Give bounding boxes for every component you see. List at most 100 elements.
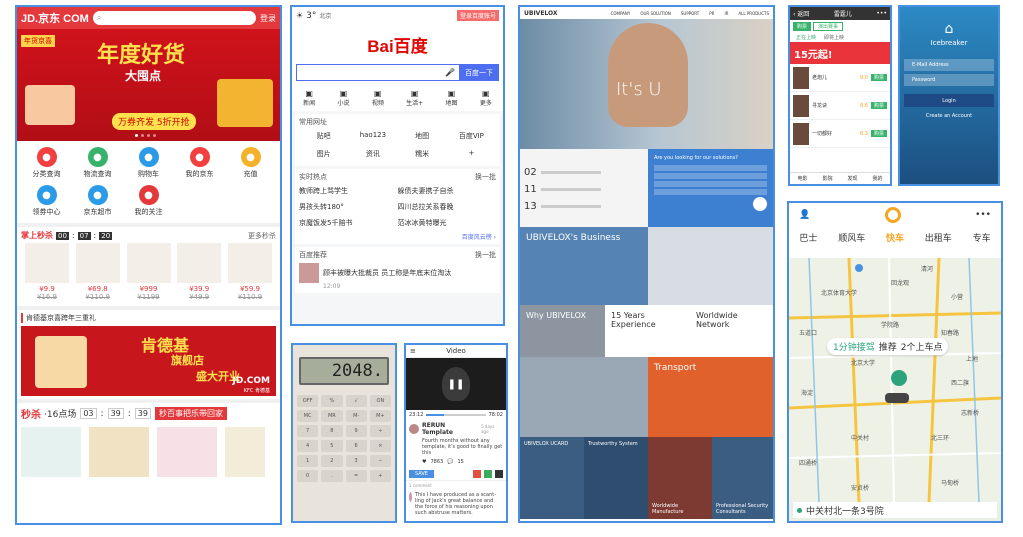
- filter-now-showing[interactable]: 正在上映: [796, 34, 816, 41]
- nav-item[interactable]: ▣ 生活+: [406, 89, 423, 107]
- create-account-link[interactable]: Create an Account: [900, 113, 998, 119]
- hot-topic-link[interactable]: 四川总拉关系春晚: [398, 202, 497, 212]
- jd-hero-banner[interactable]: 年货京喜 年度好货 大囤点 万券齐发 5折开抢: [17, 29, 280, 141]
- nav-link[interactable]: PR: [709, 11, 714, 16]
- like-button[interactable]: [473, 470, 481, 478]
- product-card[interactable]: ¥999 ¥1199: [126, 243, 171, 301]
- product-image[interactable]: [157, 427, 217, 477]
- nav-link[interactable]: OUR SOLUTION: [640, 11, 671, 16]
- trust-section[interactable]: Trustworthy System: [584, 437, 648, 519]
- hero-image[interactable]: It's U: [520, 19, 773, 149]
- tab-tickets[interactable]: 购票: [793, 22, 812, 31]
- solution-select[interactable]: [654, 165, 767, 171]
- bottom-tab[interactable]: 我的: [872, 175, 882, 182]
- nav-item[interactable]: ▣ 视频: [372, 89, 384, 107]
- service-tab[interactable]: 快车: [886, 231, 904, 244]
- quick-menu-item[interactable]: ● 我的关注: [123, 185, 174, 217]
- business-section[interactable]: UBIVELOX's Business: [520, 227, 648, 305]
- jd-search-input[interactable]: ⌕: [92, 11, 256, 25]
- bottom-tab[interactable]: 发现: [847, 175, 857, 182]
- nav-item[interactable]: ▣ 新闻: [303, 89, 315, 107]
- save-button[interactable]: SAVE: [409, 470, 434, 478]
- address-bar[interactable]: 中关村北一条3号院: [793, 502, 997, 518]
- calculator-key[interactable]: 7: [297, 425, 319, 437]
- buy-ticket-button[interactable]: 购票: [870, 74, 887, 81]
- nav-item[interactable]: ▣ 更多: [480, 89, 492, 107]
- video-player[interactable]: ❚❚: [406, 358, 506, 410]
- news-item[interactable]: 顾丰被曝大批裁员 员工称是年底末位淘汰: [299, 260, 496, 283]
- seckill-banner[interactable]: 秒百事把乐带回家: [154, 407, 227, 420]
- user-icon[interactable]: 👤: [799, 210, 810, 220]
- news-item[interactable]: 13: [524, 201, 644, 212]
- quick-menu-item[interactable]: ● 分类查询: [21, 147, 72, 179]
- microphone-icon[interactable]: 🎤: [445, 68, 455, 77]
- solution-select[interactable]: [654, 173, 767, 179]
- share-button[interactable]: [484, 470, 492, 478]
- bottom-tab[interactable]: 电影: [797, 175, 807, 182]
- login-button[interactable]: 登录百度账号: [456, 10, 499, 21]
- solution-select[interactable]: [654, 189, 767, 195]
- more-icon[interactable]: •••: [975, 210, 991, 220]
- calculator-key[interactable]: 9: [345, 425, 367, 437]
- comment-icon[interactable]: 💬: [447, 459, 453, 465]
- hot-topic-link[interactable]: 躲债夫妻携子自杀: [398, 186, 497, 196]
- hot-topic-link[interactable]: 京魔饭发5千赔书: [299, 218, 398, 228]
- more-icon[interactable]: •••: [876, 10, 887, 17]
- search-input[interactable]: 🎤: [296, 64, 459, 81]
- pickup-pin[interactable]: [891, 370, 907, 386]
- promo-banner[interactable]: 15元起!: [790, 42, 890, 64]
- common-site-link[interactable]: 图片: [299, 149, 348, 159]
- calculator-key[interactable]: 5: [321, 440, 343, 452]
- jd-logo[interactable]: JD.京东 COM: [21, 10, 89, 26]
- jd-login-link[interactable]: 登录: [260, 13, 276, 24]
- product-card[interactable]: ¥69.8 ¥110.9: [75, 243, 120, 301]
- common-site-link[interactable]: hao123: [348, 131, 397, 141]
- like-icon[interactable]: ♥: [422, 459, 426, 465]
- product-card[interactable]: ¥59.9 ¥110.9: [228, 243, 272, 301]
- movie-row[interactable]: 一切都好 8.3 购票: [790, 120, 890, 148]
- calculator-key[interactable]: M-: [345, 410, 367, 422]
- back-button[interactable]: ‹ 返回: [793, 9, 809, 18]
- hot-more-link[interactable]: 百度风云榜 ›: [299, 232, 496, 241]
- filter-coming-soon[interactable]: 即将上映: [824, 34, 844, 41]
- calculator-key[interactable]: ÷: [369, 425, 391, 437]
- ubivelox-logo[interactable]: UBIVELOX: [524, 10, 558, 17]
- calculator-key[interactable]: 3: [345, 455, 367, 467]
- service-tab[interactable]: 巴士: [799, 231, 817, 244]
- hot-topic-link[interactable]: 教师跨上骂学生: [299, 186, 398, 196]
- email-field[interactable]: E-Mail Address: [904, 59, 994, 71]
- refresh-button[interactable]: 换一批: [475, 172, 496, 182]
- common-site-link[interactable]: 百度VIP: [447, 131, 496, 141]
- calculator-key[interactable]: OFF: [297, 395, 319, 407]
- network-section[interactable]: Worldwide Network: [690, 305, 773, 357]
- nav-item[interactable]: ▣ 小说: [337, 89, 349, 107]
- calculator-key[interactable]: 4: [297, 440, 319, 452]
- hot-topic-link[interactable]: 范冰冰黄特曝光: [398, 218, 497, 228]
- password-field[interactable]: Password: [904, 74, 994, 86]
- movie-row[interactable]: 寻龙诀 8.6 购票: [790, 92, 890, 120]
- experience-section[interactable]: 15 Years Experience: [605, 305, 690, 357]
- bottom-tab[interactable]: 影院: [822, 175, 832, 182]
- carousel-dots[interactable]: [135, 134, 156, 137]
- submit-button[interactable]: [753, 197, 767, 211]
- calculator-key[interactable]: 1: [297, 455, 319, 467]
- calculator-key[interactable]: 6: [345, 440, 367, 452]
- why-section[interactable]: Why UBIVELOX: [520, 305, 605, 357]
- transport-section[interactable]: Transport: [648, 357, 773, 437]
- refresh-button[interactable]: 换一批: [475, 250, 496, 260]
- service-tab[interactable]: 出租车: [925, 231, 952, 244]
- service-tab[interactable]: 专车: [973, 231, 991, 244]
- menu-icon[interactable]: ≡: [410, 347, 416, 355]
- search-button[interactable]: 百度一下: [459, 64, 499, 81]
- calculator-key[interactable]: 0: [297, 470, 319, 482]
- pause-icon[interactable]: ❚❚: [448, 379, 465, 390]
- security-section[interactable]: Professional Security Consultants: [712, 437, 773, 519]
- calculator-key[interactable]: MC: [297, 410, 319, 422]
- product-card[interactable]: ¥39.9 ¥49.9: [177, 243, 222, 301]
- quick-menu-item[interactable]: ● 我的京东: [174, 147, 225, 179]
- product-image[interactable]: [21, 427, 81, 477]
- buy-ticket-button[interactable]: 购票: [870, 130, 887, 137]
- map-view[interactable]: [789, 258, 1001, 503]
- quick-menu-item[interactable]: ● 领券中心: [21, 185, 72, 217]
- calculator-key[interactable]: M+: [369, 410, 391, 422]
